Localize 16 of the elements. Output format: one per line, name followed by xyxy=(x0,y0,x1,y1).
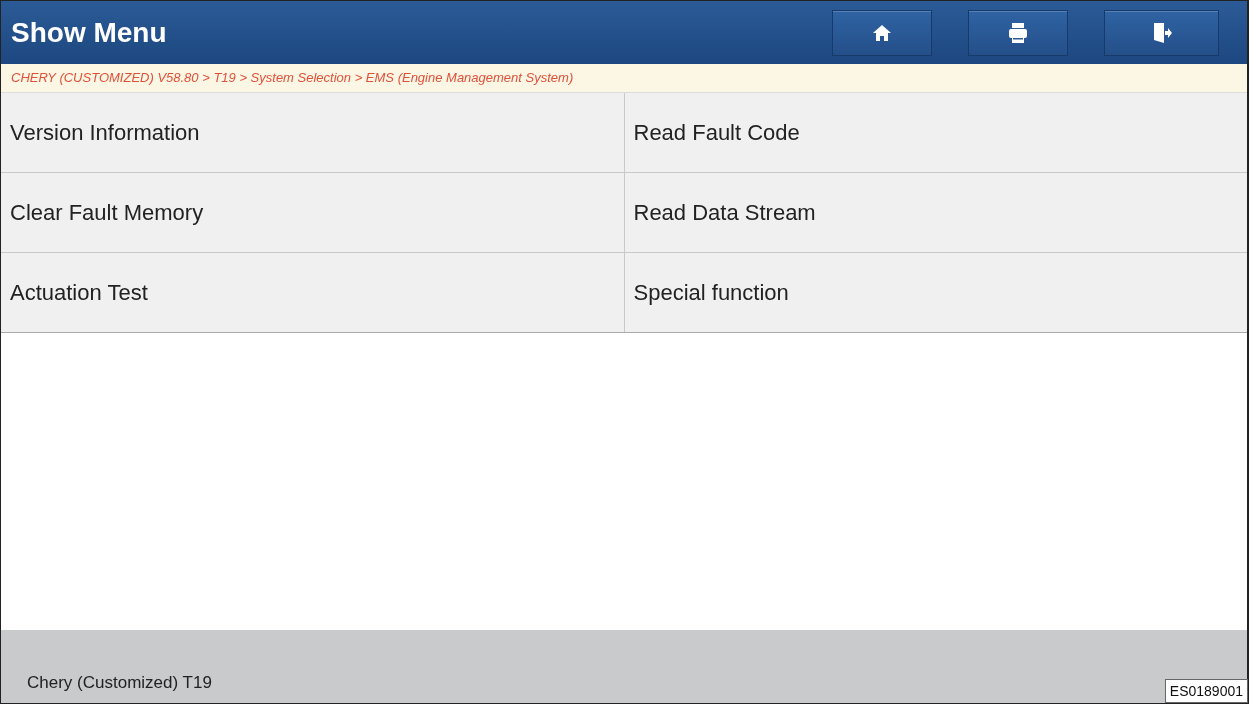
screen-title: Show Menu xyxy=(11,16,168,49)
menu-item[interactable]: Actuation Test xyxy=(1,253,624,332)
breadcrumb: CHERY (CUSTOMIZED) V58.80 > T19 > System Selection > EMS (Engine Management System) xyxy=(1,64,1247,93)
home-icon xyxy=(872,22,892,43)
vehicle-name: Chery (Customized) T19 xyxy=(27,673,212,693)
menu-item[interactable]: Clear Fault Memory xyxy=(1,173,624,252)
menu-item[interactable]: Version Information xyxy=(1,93,624,172)
figure-code: ES0189001 xyxy=(1164,679,1248,703)
home-button[interactable] xyxy=(832,9,932,56)
exit-icon xyxy=(1151,21,1172,44)
menu-item[interactable]: Read Data Stream xyxy=(624,173,1247,252)
menu-item[interactable]: Special function xyxy=(624,253,1247,332)
printer-icon xyxy=(1008,21,1028,44)
menu-item[interactable]: Read Fault Code xyxy=(624,93,1247,172)
print-button[interactable] xyxy=(968,9,1068,56)
exit-button[interactable] xyxy=(1104,9,1219,56)
